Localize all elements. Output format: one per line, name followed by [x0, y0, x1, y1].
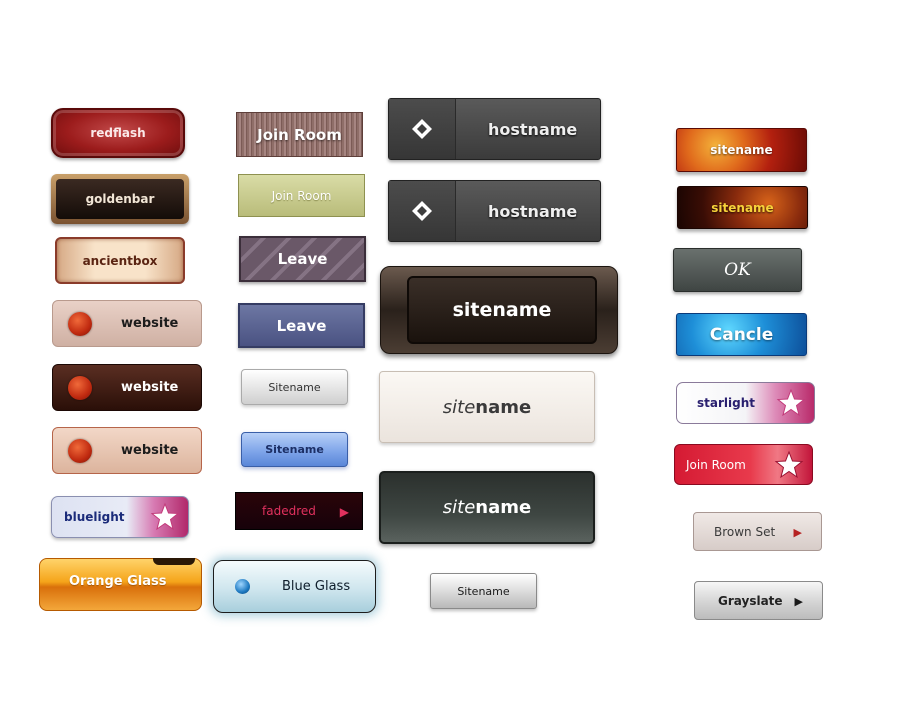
orb-icon [235, 579, 250, 594]
hostname-icon-segment [389, 181, 456, 241]
grayslate-button[interactable]: Grayslate ▶ [694, 581, 823, 620]
grayslate-label: Grayslate [718, 593, 783, 608]
website-button-dark[interactable]: website [52, 364, 202, 411]
orb-icon [68, 375, 92, 400]
sitename-site-part: site [442, 396, 476, 418]
fadedred-label: fadedred [262, 504, 316, 518]
sitename-site-part: site [442, 497, 476, 518]
sitename-white-button[interactable]: Sitename [241, 369, 348, 405]
join-room-olive-button[interactable]: Join Room [238, 174, 365, 217]
hostname-label: hostname [488, 119, 578, 139]
goldenbar-button[interactable]: goldenbar [51, 174, 189, 224]
hostname-button[interactable]: hostname [388, 98, 601, 160]
sitename-label: sitename [443, 397, 531, 418]
orange-glass-button[interactable]: Orange Glass [39, 558, 202, 611]
bluelight-button[interactable]: bluelight [51, 496, 189, 538]
sitename-ember-button[interactable]: sitename [677, 186, 808, 229]
orb-icon [68, 311, 92, 336]
website-label: website [121, 316, 179, 331]
star-icon [150, 502, 180, 531]
starlight-button[interactable]: starlight [676, 382, 815, 424]
sitename-device-screen: sitename [407, 276, 597, 344]
website-label: website [121, 443, 179, 458]
star-icon [776, 388, 806, 417]
cancle-button[interactable]: Cancle [676, 313, 807, 356]
website-button-peach[interactable]: website [52, 427, 202, 474]
sitename-label: sitename [443, 497, 531, 518]
orange-glass-label: Orange Glass [69, 574, 167, 589]
leave-blue-button[interactable]: Leave [238, 303, 365, 348]
sitename-label: sitename [452, 299, 552, 321]
starlight-label: starlight [697, 396, 755, 410]
sitename-blue-button[interactable]: Sitename [241, 432, 348, 467]
fadedred-button[interactable]: fadedred ▶ [235, 492, 363, 530]
hostname-icon-segment [389, 99, 456, 159]
orb-icon [68, 438, 92, 463]
hostname-label: hostname [488, 201, 578, 221]
leave-striped-button[interactable]: Leave [239, 236, 366, 282]
hostname-button[interactable]: hostname [388, 180, 601, 242]
sitename-label: sitename [711, 200, 774, 215]
join-room-wood-button[interactable]: Join Room [236, 112, 363, 157]
redflash-label: redflash [90, 126, 146, 140]
sitename-name-part: name [475, 396, 532, 418]
star-icon [774, 450, 804, 479]
sitename-label: sitename [710, 143, 773, 157]
redflash-button[interactable]: redflash [51, 108, 185, 158]
leave-label: Leave [277, 250, 328, 268]
play-arrow-icon: ▶ [793, 526, 802, 539]
ok-button[interactable]: OK [673, 248, 802, 292]
join-room-label: Join Room [271, 188, 332, 203]
sitename-name-part: name [475, 497, 532, 518]
goldenbar-label: goldenbar [85, 192, 155, 206]
ok-label: OK [724, 260, 751, 280]
website-button-light[interactable]: website [52, 300, 202, 347]
cancle-label: Cancle [709, 324, 774, 345]
brown-set-button[interactable]: Brown Set ▶ [693, 512, 822, 551]
sitename-label: Sitename [268, 380, 321, 394]
sitename-label: Sitename [457, 584, 510, 598]
ancientbox-label: ancientbox [82, 253, 158, 268]
sitename-device-button[interactable]: sitename [380, 266, 618, 354]
leave-label: Leave [276, 316, 327, 335]
blue-glass-label: Blue Glass [282, 579, 351, 594]
diamond-icon [412, 119, 432, 139]
blue-glass-button[interactable]: Blue Glass [213, 560, 376, 613]
diamond-icon [412, 201, 432, 221]
sitename-small-button[interactable]: Sitename [430, 573, 537, 609]
orange-glass-tab [153, 558, 195, 565]
sitename-cream-button[interactable]: sitename [379, 371, 595, 443]
sitename-slate-button[interactable]: sitename [379, 471, 595, 544]
brown-set-label: Brown Set [714, 524, 776, 539]
ancientbox-button[interactable]: ancientbox [55, 237, 185, 284]
play-arrow-icon: ▶ [794, 595, 803, 608]
join-room-label: Join Room [257, 125, 342, 144]
join-room-label: Join Room [686, 457, 746, 472]
sitename-label: Sitename [265, 443, 324, 456]
join-room-red-button[interactable]: Join Room [674, 444, 813, 485]
website-label: website [121, 380, 179, 395]
goldenbar-inner: goldenbar [56, 179, 184, 219]
play-arrow-icon: ▶ [339, 505, 349, 519]
sitename-fire-button[interactable]: sitename [676, 128, 807, 172]
bluelight-label: bluelight [64, 510, 125, 524]
